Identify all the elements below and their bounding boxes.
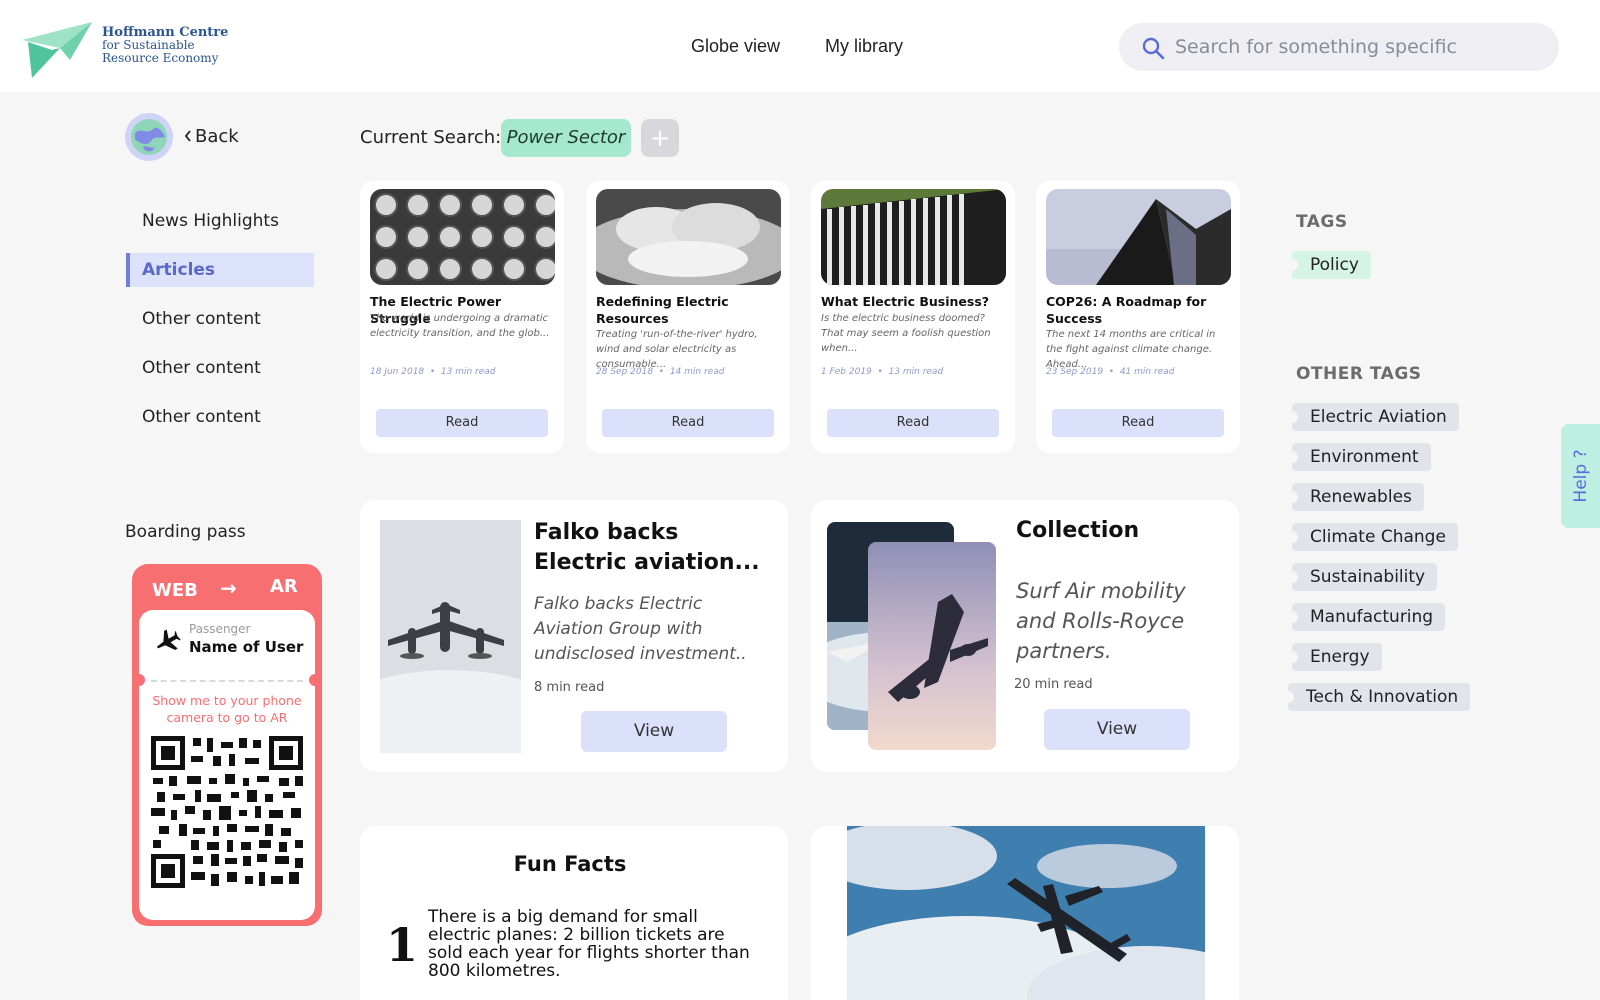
article-meta: 18 Jun 2018 • 13 min read xyxy=(370,367,496,377)
boarding-pass-title: Boarding pass xyxy=(125,522,246,542)
article-image xyxy=(596,189,781,285)
article-card: COP26: A Roadmap for Success The next 14… xyxy=(1036,181,1240,453)
article-excerpt: The next 14 months are critical in the f… xyxy=(1046,329,1216,370)
fun-facts-title: Fun Facts xyxy=(513,852,627,876)
tag-renewables[interactable]: Renewables xyxy=(1286,483,1424,511)
article-title[interactable]: COP26: A Roadmap for Success xyxy=(1046,293,1234,327)
collection-image-front xyxy=(868,542,996,750)
article-read-time: 13 min read xyxy=(440,367,496,377)
divider xyxy=(151,680,303,682)
article-excerpt: The world is undergoing a dramatic elect… xyxy=(370,313,550,339)
boarding-pass-header: WEB → AR xyxy=(132,574,322,602)
tag-sustainability[interactable]: Sustainability xyxy=(1285,563,1438,591)
arrow-right-icon: → xyxy=(220,576,237,600)
article-meta: 1 Feb 2019 • 13 min read xyxy=(821,367,944,377)
boarding-pass[interactable]: WEB → AR Passenger Name of User Show me … xyxy=(132,564,322,926)
tag-electric-aviation[interactable]: Electric Aviation xyxy=(1286,403,1459,431)
notch xyxy=(309,674,321,686)
logo-text: Hoffmann Centre for Sustainable Resource… xyxy=(102,26,228,65)
article-title[interactable]: Redefining Electric Resources xyxy=(596,293,784,327)
tags-heading: TAGS xyxy=(1296,212,1348,232)
article-image xyxy=(821,189,1006,285)
collection-title[interactable]: Collection xyxy=(1016,518,1139,543)
read-button[interactable]: Read xyxy=(602,409,774,437)
feature-image xyxy=(380,520,521,753)
feature-read-time: 8 min read xyxy=(534,680,605,695)
boarding-pass-message: Show me to your phone camera to go to AR xyxy=(152,693,302,725)
boarding-pass-card: Passenger Name of User Show me to your p… xyxy=(133,610,321,920)
article-excerpt: Is the electric business doomed? That ma… xyxy=(821,313,991,354)
logo-line-3: Resource Economy xyxy=(102,51,219,65)
article-date: 28 Sep 2018 xyxy=(596,367,654,377)
nav-my-library[interactable]: My library xyxy=(825,36,903,57)
article-meta: 23 Sep 2019 • 41 min read xyxy=(1046,367,1175,377)
article-read-time: 14 min read xyxy=(669,367,725,377)
search-input[interactable] xyxy=(1175,23,1545,71)
sidebar-item-other-content[interactable]: Other content xyxy=(126,400,314,434)
article-image xyxy=(370,189,555,285)
passenger-name: Name of User xyxy=(189,638,304,656)
sidebar-item-news-highlights[interactable]: News Highlights xyxy=(126,204,314,238)
tag-tech-innovation[interactable]: Tech & Innovation xyxy=(1281,683,1471,711)
airplane-sky-image xyxy=(847,826,1205,1000)
add-filter-button[interactable]: + xyxy=(641,119,679,157)
view-button[interactable]: View xyxy=(581,711,727,752)
tag-climate-change[interactable]: Climate Change xyxy=(1286,523,1458,551)
plane-icon xyxy=(156,629,181,651)
passenger-label: Passenger xyxy=(189,622,251,636)
nav-globe-view[interactable]: Globe view xyxy=(691,36,780,57)
article-card: Redefining Electric Resources Treating '… xyxy=(586,181,790,453)
view-button[interactable]: View xyxy=(1044,709,1190,750)
article-image xyxy=(1046,189,1231,285)
search-icon xyxy=(1142,37,1165,60)
sidebar-item-other-content[interactable]: Other content xyxy=(126,351,314,385)
back-label: Back xyxy=(195,126,239,147)
boarding-pass-to: AR xyxy=(270,576,298,597)
fun-fact-text: There is a big demand for small electric… xyxy=(428,907,750,981)
search-bar[interactable] xyxy=(1119,23,1559,71)
sidebar-item-articles[interactable]: Articles xyxy=(126,253,314,287)
article-excerpt: Treating 'run-of-the-river' hydro, wind … xyxy=(596,329,758,370)
help-label: Help ? xyxy=(1570,449,1591,503)
article-card: What Electric Business? Is the electric … xyxy=(811,181,1015,453)
other-tags-heading: OTHER TAGS xyxy=(1296,364,1422,384)
chevron-left-icon xyxy=(184,130,191,142)
article-read-time: 41 min read xyxy=(1119,367,1175,377)
tag-energy[interactable]: Energy xyxy=(1286,643,1382,671)
read-button[interactable]: Read xyxy=(1052,409,1224,437)
sidebar-item-other-content[interactable]: Other content xyxy=(126,302,314,336)
back-button[interactable]: Back xyxy=(125,113,285,163)
article-card: The Electric Power Struggle The world is… xyxy=(360,181,564,453)
collection-description: Surf Air mobility and Rolls-Royce partne… xyxy=(1016,579,1186,663)
read-button[interactable]: Read xyxy=(827,409,999,437)
article-date: 23 Sep 2019 xyxy=(1046,367,1104,377)
feature-card: Falko backs Electric aviation... Falko b… xyxy=(360,500,788,772)
tag-policy[interactable]: Policy xyxy=(1286,251,1371,279)
paper-plane-logo-icon xyxy=(22,22,92,78)
article-meta: 28 Sep 2018 • 14 min read xyxy=(596,367,725,377)
globe-icon xyxy=(125,113,173,161)
article-date: 1 Feb 2019 xyxy=(821,367,872,377)
image-card[interactable] xyxy=(811,826,1239,1000)
qr-code[interactable] xyxy=(151,736,303,888)
read-button[interactable]: Read xyxy=(376,409,548,437)
current-search-label: Current Search: xyxy=(360,127,502,148)
tag-manufacturing[interactable]: Manufacturing xyxy=(1285,603,1446,631)
fun-fact-number: 1 xyxy=(386,918,419,972)
boarding-pass-from: WEB xyxy=(152,580,198,601)
feature-title[interactable]: Falko backs Electric aviation... xyxy=(534,518,764,578)
article-title[interactable]: What Electric Business? xyxy=(821,293,1009,310)
app-header: Hoffmann Centre for Sustainable Resource… xyxy=(0,0,1600,92)
search-chip[interactable]: Power Sector xyxy=(501,119,631,157)
help-tab[interactable]: Help ? xyxy=(1561,424,1600,528)
article-date: 18 Jun 2018 xyxy=(370,367,425,377)
article-read-time: 13 min read xyxy=(888,367,944,377)
collection-read-time: 20 min read xyxy=(1014,677,1093,692)
collection-card: Collection Surf Air mobility and Rolls-R… xyxy=(811,500,1239,772)
fun-facts-card: Fun Facts 1 There is a big demand for sm… xyxy=(360,826,788,1000)
notch xyxy=(133,674,145,686)
logo[interactable]: Hoffmann Centre for Sustainable Resource… xyxy=(22,20,262,80)
feature-excerpt: Falko backs Electric Aviation Group with… xyxy=(534,594,747,664)
tag-environment[interactable]: Environment xyxy=(1286,443,1431,471)
